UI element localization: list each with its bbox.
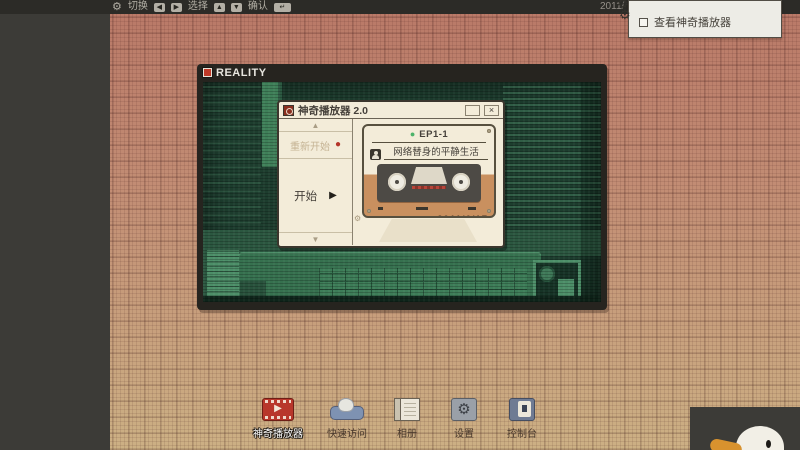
icon-label: 快速访问 — [327, 425, 367, 440]
left-dark-band — [0, 0, 110, 450]
monitor-title: REALITY — [216, 67, 267, 79]
left-reel-icon — [388, 173, 406, 191]
monitor-app-icon — [203, 68, 212, 77]
prev-key-icon[interactable]: ◀ — [154, 3, 165, 12]
corner-panel — [690, 407, 800, 450]
enter-key-icon[interactable]: ↵ — [274, 3, 291, 12]
icon-label: 设置 — [454, 425, 474, 440]
player-body: ▲ 重新开始 ● 开始 ▶ ▼ ● EP1-1 — [279, 119, 503, 245]
scroll-down-button[interactable]: ▼ — [279, 232, 352, 245]
tape-title-row: 网络替身的平静生活 — [370, 144, 488, 160]
tape-title: 网络替身的平静生活 — [384, 144, 488, 160]
episode-row: ● EP1-1 — [364, 129, 494, 140]
chevron-up-icon: ▲ — [312, 121, 320, 130]
gear-icon: ⚙ — [619, 7, 631, 23]
tiny-gear-icon: ⚙ — [354, 215, 361, 223]
screw-icon — [487, 129, 491, 133]
crt-art-notebook — [203, 250, 239, 302]
icon-label: 神奇播放器 — [253, 425, 303, 440]
switch-label: 切换 — [128, 0, 148, 14]
crt-art-left-streaks — [203, 82, 261, 232]
tape-tick-marks — [364, 207, 494, 211]
cassette-window — [411, 167, 447, 184]
right-reel-icon — [452, 173, 470, 191]
record-icon: ● — [335, 140, 341, 150]
context-menu: ⚙ ⚙ 查看神奇播放器 — [628, 0, 782, 38]
cloud-icon — [330, 396, 364, 422]
desktop-icon-album[interactable]: 相册 — [379, 396, 435, 440]
menu-item-view-player[interactable]: 查看神奇播放器 — [639, 14, 731, 30]
restart-button[interactable]: 重新开始 ● — [279, 132, 352, 159]
screw-icon — [367, 209, 371, 213]
duck-character — [736, 426, 784, 450]
film-player-icon — [262, 396, 294, 422]
minimize-button[interactable] — [465, 105, 480, 116]
divider — [372, 142, 486, 143]
down-key-icon[interactable]: ▼ — [231, 3, 242, 12]
player-controls-panel: ▲ 重新开始 ● 开始 ▶ ▼ — [279, 119, 353, 245]
magic-player-window: 神奇播放器 2.0 × ▲ 重新开始 ● 开始 ▶ ▼ — [277, 100, 505, 248]
player-app-icon — [283, 105, 294, 116]
cassette-holder: ● EP1-1 网络替身的平静生活 — [362, 124, 496, 218]
player-titlebar[interactable]: 神奇播放器 2.0 × — [279, 102, 503, 119]
monitor-titlebar[interactable]: REALITY — [197, 64, 607, 81]
close-button[interactable]: × — [484, 105, 499, 116]
desktop-icon-console[interactable]: 控制台 — [494, 396, 550, 440]
icon-label: 相册 — [397, 425, 417, 440]
top-hint-items: ⚙ 切换 ◀ ▶ 选择 ▲ ▼ 确认 ↵ — [112, 0, 291, 14]
status-dot-icon: ● — [410, 130, 415, 139]
gear-icon: ⚙ — [451, 396, 477, 422]
start-button[interactable]: 开始 ▶ — [279, 159, 352, 232]
desktop-icon-settings[interactable]: ⚙ 设置 — [436, 396, 492, 440]
tape-date: 2011/6/17 — [437, 214, 488, 218]
game-desktop: ⚙ 切换 ◀ ▶ 选择 ▲ ▼ 确认 ↵ 2011/ ⚙ ⚙ 查看神奇播放器 R… — [0, 0, 800, 450]
crt-art-desk-edge — [203, 296, 601, 302]
deck-door — [379, 219, 477, 242]
console-icon — [509, 396, 535, 422]
chevron-down-icon: ▼ — [312, 235, 320, 244]
gear-icon: ⚙ — [112, 0, 122, 14]
screw-icon — [487, 209, 491, 213]
play-icon: ▶ — [329, 191, 337, 201]
restart-label: 重新开始 — [290, 138, 330, 153]
start-label: 开始 — [294, 188, 317, 204]
cassette-tape — [377, 164, 481, 202]
crt-art-disc — [539, 266, 555, 282]
menu-item-label: 查看神奇播放器 — [654, 14, 731, 30]
cassette-deck-panel: ● EP1-1 网络替身的平静生活 — [353, 119, 503, 245]
next-key-icon[interactable]: ▶ — [171, 3, 182, 12]
select-label: 选择 — [188, 0, 208, 14]
up-key-icon[interactable]: ▲ — [214, 3, 225, 12]
confirm-label: 确认 — [248, 0, 268, 14]
person-icon — [370, 149, 381, 160]
duck-eye — [766, 440, 771, 448]
album-icon — [394, 396, 420, 422]
crt-art-right-shadow — [581, 82, 601, 302]
icon-label: 控制台 — [507, 425, 537, 440]
player-window-title: 神奇播放器 2.0 — [298, 103, 461, 118]
checkbox-icon[interactable] — [639, 18, 648, 27]
crt-art-keyboard-keys — [319, 268, 527, 298]
episode-label: EP1-1 — [419, 129, 448, 140]
desktop-icon-quick-access[interactable]: 快速访问 — [319, 396, 375, 440]
desktop-icon-magic-player[interactable]: 神奇播放器 — [250, 396, 306, 440]
cassette-label-strip — [412, 186, 446, 189]
scroll-up-button[interactable]: ▲ — [279, 119, 352, 132]
crt-art-chip — [558, 279, 574, 297]
